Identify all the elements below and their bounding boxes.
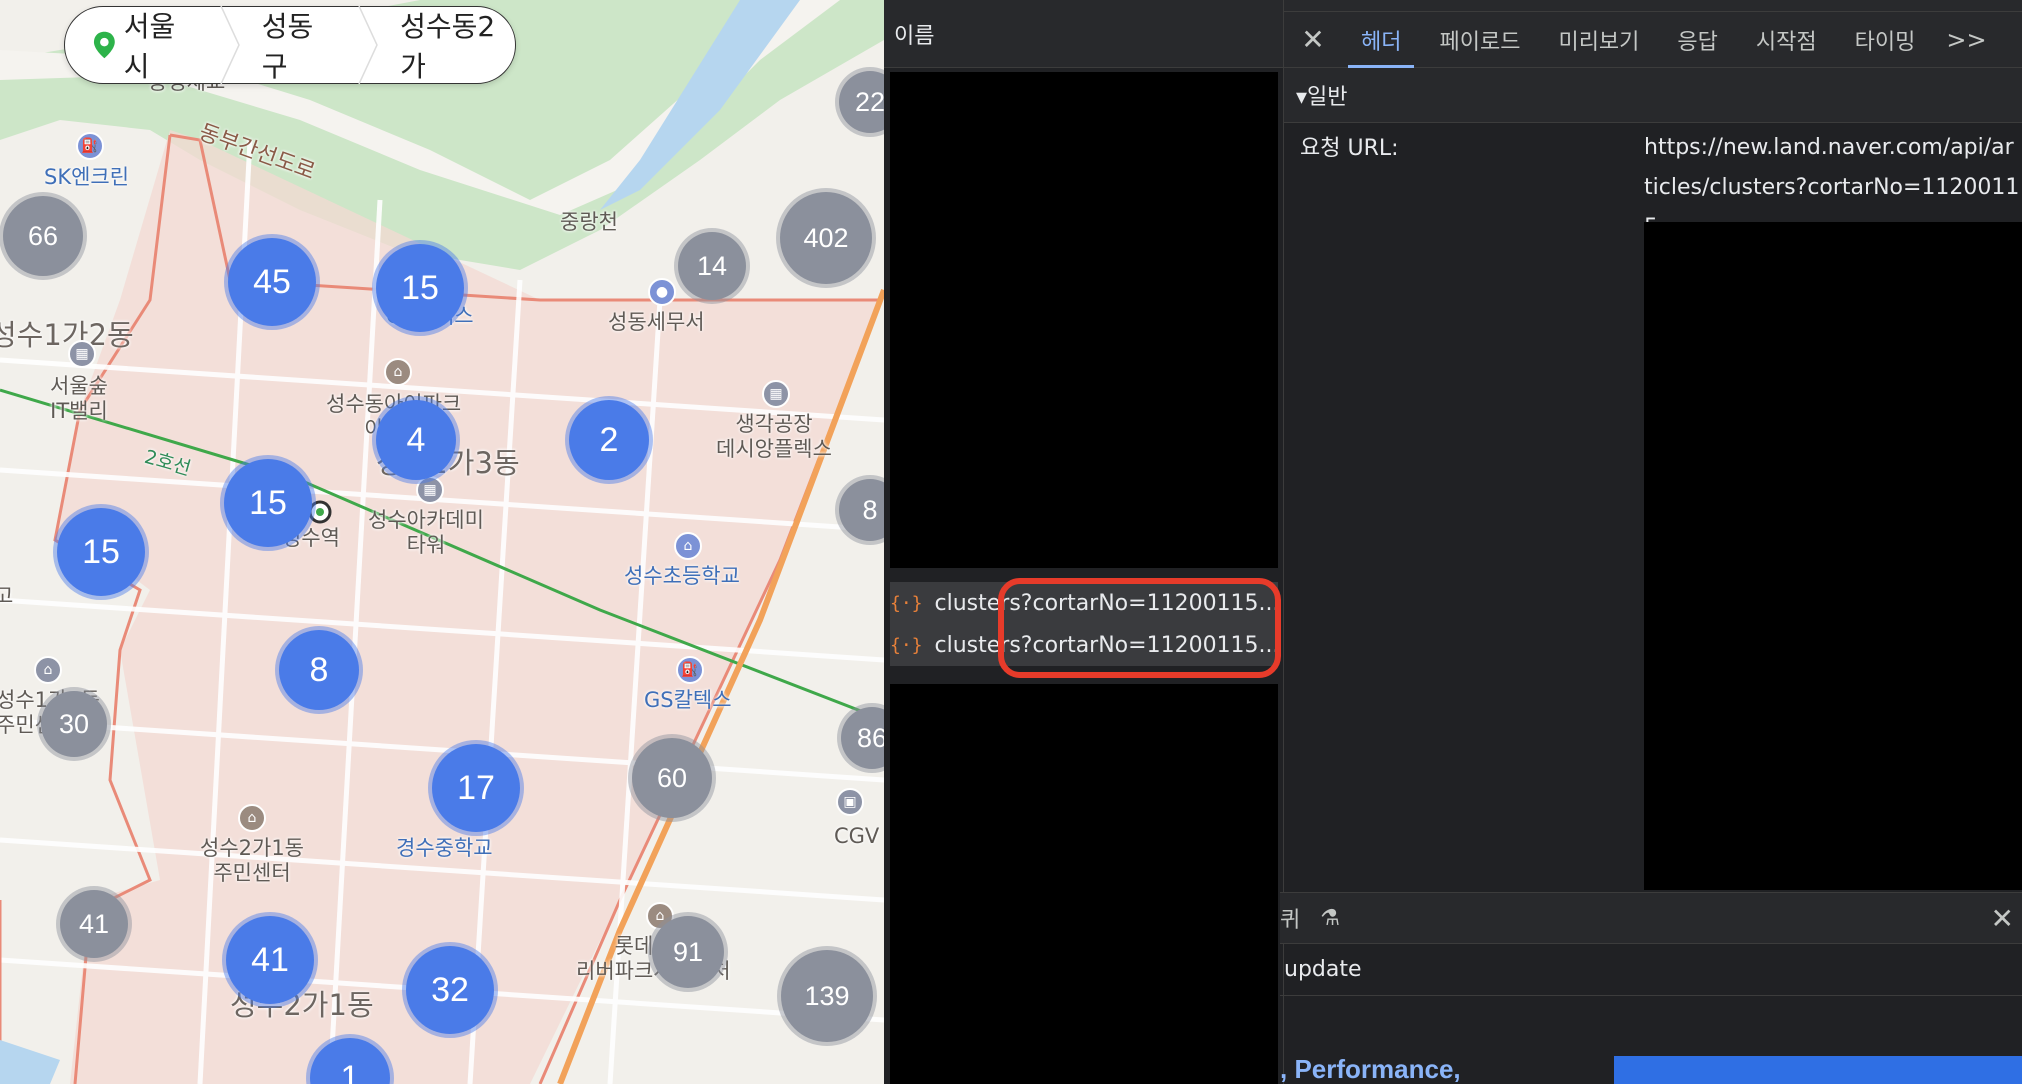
cluster-marker[interactable]: 60 xyxy=(632,738,712,818)
cluster-marker[interactable]: 91 xyxy=(652,916,724,988)
building-icon[interactable]: ▦ xyxy=(68,340,96,368)
cluster-marker[interactable]: 41 xyxy=(60,890,128,958)
drawer-toolbar: 퀴 ⚗ ✕ xyxy=(1280,892,2022,944)
redacted-block xyxy=(890,684,1278,1084)
drawer-update-text: update xyxy=(1280,944,2022,996)
map-label-tax-office: 성동세무서 xyxy=(608,310,705,334)
request-url-value[interactable]: https://new.land.naver.com/api/articles/… xyxy=(1644,128,2022,222)
map-label-factory: 생각공장 데시앙플렉스 xyxy=(716,412,832,462)
tab-preview[interactable]: 미리보기 xyxy=(1539,12,1658,68)
general-section: ▾일반 xyxy=(1284,68,2022,123)
breadcrumb-dong-label: 성수동2가 xyxy=(400,10,496,83)
cluster-marker[interactable]: 15 xyxy=(57,508,145,596)
cluster-marker[interactable]: 14 xyxy=(678,232,746,300)
redacted-block xyxy=(890,72,1278,568)
highlight-annotation xyxy=(998,578,1281,678)
building-icon[interactable]: ▦ xyxy=(762,380,790,408)
map-label-seoul-forest: 서울숲 IT밸리 xyxy=(50,374,108,424)
redacted-block xyxy=(1644,222,2022,890)
cluster-marker[interactable]: 45 xyxy=(228,238,316,326)
breadcrumb-district[interactable]: 성동구 xyxy=(262,5,335,85)
map-label-sk: SK엔크린 xyxy=(44,165,130,189)
drawer-close-icon[interactable]: ✕ xyxy=(1991,902,2014,935)
gas-station-icon[interactable]: ⛽ xyxy=(676,656,704,684)
tab-initiator[interactable]: 시작점 xyxy=(1737,12,1836,68)
breadcrumb-city-label: 서울시 xyxy=(123,10,176,83)
breadcrumb-separator xyxy=(357,6,379,84)
cluster-marker[interactable]: 17 xyxy=(432,744,520,832)
drawer-banner-image xyxy=(1614,1056,2022,1084)
drawer-tab-label[interactable]: 퀴 xyxy=(1280,902,1300,934)
school-icon[interactable]: ⌂ xyxy=(674,532,702,560)
gas-station-icon[interactable]: ⛽ xyxy=(76,132,104,160)
cluster-marker[interactable]: 15 xyxy=(224,459,312,547)
close-icon[interactable]: ✕ xyxy=(1284,23,1342,56)
cluster-marker[interactable]: 41 xyxy=(226,916,314,1004)
devtools-panel: 이름 {·} clusters?cortarNo=11200115... {·}… xyxy=(884,0,2022,1084)
name-column-header[interactable]: 이름 xyxy=(884,0,1283,68)
map-label-dong-1ga2: 성수1가2동 xyxy=(0,318,134,352)
cinema-icon[interactable]: ▣ xyxy=(836,788,864,816)
government-icon[interactable]: ⌂ xyxy=(238,804,266,832)
request-url-label: 요청 URL: xyxy=(1300,136,1399,161)
breadcrumb-district-label: 성동구 xyxy=(261,10,314,83)
map-label-cgv: CGV xyxy=(834,824,880,848)
request-list: 이름 {·} clusters?cortarNo=11200115... {·}… xyxy=(884,0,1284,1084)
map-label-middle-school: 경수중학교 xyxy=(396,836,493,860)
top-strip xyxy=(1284,0,2022,12)
cluster-marker[interactable]: 15 xyxy=(376,244,464,332)
tab-response[interactable]: 응답 xyxy=(1658,12,1736,68)
cluster-marker[interactable]: 30 xyxy=(41,691,107,757)
more-tabs-icon[interactable]: >> xyxy=(1934,12,1998,68)
tab-headers[interactable]: 헤더 xyxy=(1342,12,1420,68)
building-icon[interactable]: ▦ xyxy=(416,476,444,504)
json-icon: {·} xyxy=(890,592,923,614)
tab-timing[interactable]: 타이밍 xyxy=(1836,12,1935,68)
map-label-school: 성수초등학교 xyxy=(624,564,740,588)
map-label-academy: 성수아카데미 타워 xyxy=(368,508,484,558)
cluster-marker[interactable]: 8 xyxy=(279,630,359,710)
flask-icon[interactable]: ⚗ xyxy=(1320,906,1340,931)
breadcrumb-city[interactable]: 서울시 xyxy=(93,5,197,85)
drawer-performance-text: , Performance, xyxy=(1280,1054,1461,1084)
map-label-gs2: GS칼텍스 xyxy=(644,688,732,712)
breadcrumb-separator xyxy=(219,6,240,84)
detail-tabs: ✕ 헤더 페이로드 미리보기 응답 시작점 타이밍 >> xyxy=(1284,12,2022,68)
cluster-marker[interactable]: 66 xyxy=(3,196,83,276)
general-section-toggle[interactable]: ▾일반 xyxy=(1284,68,2022,123)
cluster-marker[interactable]: 402 xyxy=(780,192,872,284)
breadcrumb-dong[interactable]: 성수동2가 xyxy=(400,5,515,85)
map-label-center-2ga1: 성수2가1동 주민센터 xyxy=(200,836,305,886)
json-icon: {·} xyxy=(890,634,923,656)
government-icon[interactable]: ⌂ xyxy=(34,656,62,684)
tab-payload[interactable]: 페이로드 xyxy=(1420,12,1539,68)
cluster-marker[interactable]: 4 xyxy=(376,400,456,480)
apartment-icon[interactable]: ⌂ xyxy=(384,358,412,386)
cluster-marker[interactable]: 139 xyxy=(781,950,873,1042)
cluster-marker[interactable]: 32 xyxy=(406,946,494,1034)
office-icon[interactable]: ● xyxy=(648,278,676,306)
map-view[interactable]: 송정제교 동부간선도로 SK엔크린 중랑천 성동세무서 성수1가2동 서울숲 I… xyxy=(0,0,884,1084)
cluster-marker[interactable]: 2 xyxy=(569,400,649,480)
map-label-stream: 중랑천 xyxy=(560,210,618,234)
map-label-ko: 고 xyxy=(0,584,14,608)
location-breadcrumb: 서울시 성동구 성수동2가 xyxy=(64,6,516,84)
map-pin-icon xyxy=(93,31,115,59)
